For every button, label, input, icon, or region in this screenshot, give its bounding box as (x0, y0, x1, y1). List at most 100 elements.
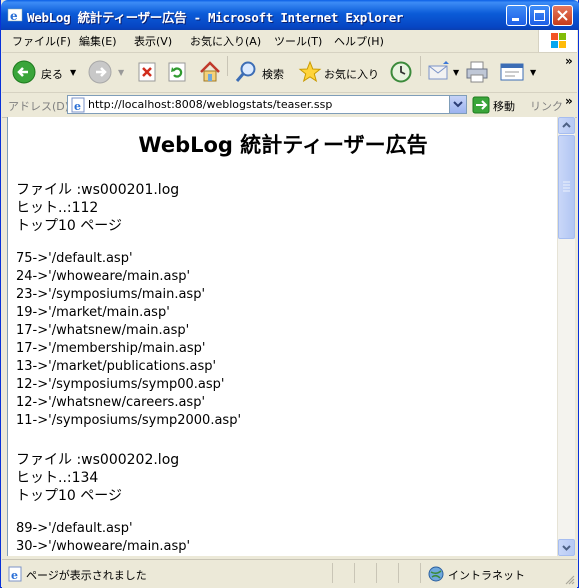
scroll-thumb[interactable] (558, 135, 575, 239)
minimize-icon (512, 18, 519, 21)
go-button[interactable]: 移動 (472, 96, 522, 114)
page-entry: 19->'/market/main.asp' (16, 305, 170, 320)
stop-button[interactable] (136, 59, 158, 85)
forward-dropdown-icon[interactable]: ▼ (118, 68, 124, 77)
menu-favorites[interactable]: お気に入り(A) (190, 33, 261, 49)
maximize-button[interactable] (529, 5, 550, 26)
back-arrow-icon (12, 60, 36, 84)
toolbar-separator (227, 56, 228, 76)
status-separator (420, 563, 421, 583)
top-pages-heading: トップ10 ページ (16, 218, 122, 234)
status-separator (354, 563, 355, 583)
address-dropdown-button[interactable] (449, 96, 466, 113)
minimize-button[interactable] (506, 5, 527, 26)
status-separator (332, 563, 333, 583)
toolbar-separator (420, 56, 421, 76)
page-entry: 11->'/symposiums/symp2000.asp' (16, 413, 242, 428)
edit-dropdown-icon[interactable]: ▼ (530, 68, 536, 77)
ie-logo-icon: e (7, 8, 23, 23)
chevron-up-icon (562, 122, 571, 128)
standard-toolbar: 戻る ▼ ▼ 検索 お気に入り ▼ ▼ » (2, 53, 577, 93)
title-bar[interactable]: e WebLog 統計ティーザー広告 - Microsoft Internet … (1, 0, 579, 30)
menu-view[interactable]: 表示(V) (134, 33, 172, 49)
mail-icon (428, 61, 449, 80)
page-entry: 89->'/default.asp' (16, 521, 133, 536)
favorites-button[interactable]: お気に入り (298, 59, 380, 85)
svg-text:e: e (74, 100, 81, 113)
back-label: 戻る (41, 68, 63, 81)
star-icon (298, 60, 322, 83)
page-entry: 23->'/symposiums/main.asp' (16, 287, 206, 302)
page-entry: 17->'/membership/main.asp' (16, 341, 206, 356)
maximize-icon (534, 10, 545, 21)
history-icon (390, 61, 412, 83)
mail-button[interactable]: ▼ (427, 59, 461, 85)
mail-dropdown-icon[interactable]: ▼ (453, 68, 459, 77)
favorites-label: お気に入り (324, 68, 379, 81)
menu-tools[interactable]: ツール(T) (274, 33, 322, 49)
page-entry: 12->'/whatsnew/careers.asp' (16, 395, 206, 410)
ie-window: e WebLog 統計ティーザー広告 - Microsoft Internet … (0, 0, 579, 588)
window-title: WebLog 統計ティーザー広告 - Microsoft Internet Ex… (27, 10, 404, 25)
refresh-button[interactable] (166, 59, 188, 85)
status-separator (398, 563, 399, 583)
go-arrow-icon (472, 96, 490, 114)
file-name: ファイル :ws000201.log (16, 182, 180, 198)
address-input[interactable]: e http://localhost:8008/weblogstats/teas… (67, 95, 467, 114)
address-bar: アドレス(D) e http://localhost:8008/weblogst… (2, 93, 577, 118)
page-entry: 30->'/whoweare/main.asp' (16, 539, 191, 554)
page-entry: 12->'/symposiums/symp00.asp' (16, 377, 225, 392)
refresh-icon (168, 62, 186, 82)
page-heading: WebLog 統計ティーザー広告 (138, 133, 428, 157)
windows-logo-icon (538, 30, 577, 52)
go-label: 移動 (493, 100, 515, 113)
menu-edit[interactable]: 編集(E) (79, 33, 117, 49)
address-label: アドレス(D) (8, 100, 70, 113)
menu-help[interactable]: ヘルプ(H) (334, 33, 384, 49)
page-entry: 24->'/whoweare/main.asp' (16, 269, 191, 284)
intranet-globe-icon (428, 566, 444, 582)
stop-icon (138, 62, 156, 82)
status-separator (376, 563, 377, 583)
page-icon: e (71, 97, 85, 113)
svg-text:e: e (10, 9, 18, 23)
svg-text:e: e (11, 569, 18, 582)
menu-file[interactable]: ファイル(F) (12, 33, 71, 49)
links-overflow-chevron[interactable]: » (565, 94, 573, 108)
back-dropdown-icon[interactable]: ▼ (70, 68, 76, 77)
vertical-scrollbar[interactable] (557, 117, 575, 556)
status-bar: e ページが表示されました イントラネット (2, 559, 577, 588)
menu-bar: ファイル(F) 編集(E) 表示(V) お気に入り(A) ツール(T) ヘルプ(… (2, 30, 577, 53)
top-pages-heading: トップ10 ページ (16, 488, 122, 504)
close-button[interactable] (552, 5, 573, 26)
page-entry: 13->'/market/publications.asp' (16, 359, 217, 374)
page-entry: 17->'/whatsnew/main.asp' (16, 323, 190, 338)
scroll-up-button[interactable] (558, 117, 575, 134)
page-done-icon: e (8, 566, 22, 582)
edit-page-icon (500, 63, 524, 81)
search-label: 検索 (262, 68, 284, 81)
scroll-down-button[interactable] (558, 539, 575, 556)
search-button[interactable]: 検索 (234, 59, 292, 85)
address-url: http://localhost:8008/weblogstats/teaser… (88, 98, 333, 111)
home-button[interactable] (198, 59, 222, 85)
links-label[interactable]: リンク (530, 98, 563, 114)
chevron-down-icon (562, 545, 571, 551)
page-entry: 75->'/default.asp' (16, 251, 133, 266)
forward-button[interactable]: ▼ (88, 59, 128, 85)
printer-icon (466, 61, 488, 83)
security-zone: イントラネット (448, 569, 525, 582)
home-icon (200, 61, 220, 82)
chevron-down-icon (453, 101, 463, 108)
toolbar-overflow-chevron[interactable]: » (565, 54, 573, 68)
resize-grip-icon[interactable] (563, 573, 575, 585)
edit-button[interactable]: ▼ (498, 59, 540, 85)
close-icon (557, 10, 568, 21)
status-text: ページが表示されました (26, 569, 147, 582)
hit-count: ヒット..:112 (16, 200, 99, 216)
print-button[interactable] (464, 59, 490, 85)
back-button[interactable]: 戻る ▼ (12, 59, 78, 85)
file-name: ファイル :ws000202.log (16, 452, 180, 468)
page-content: WebLog 統計ティーザー広告 ファイル :ws000201.log ヒット.… (7, 117, 558, 556)
history-button[interactable] (389, 59, 415, 85)
